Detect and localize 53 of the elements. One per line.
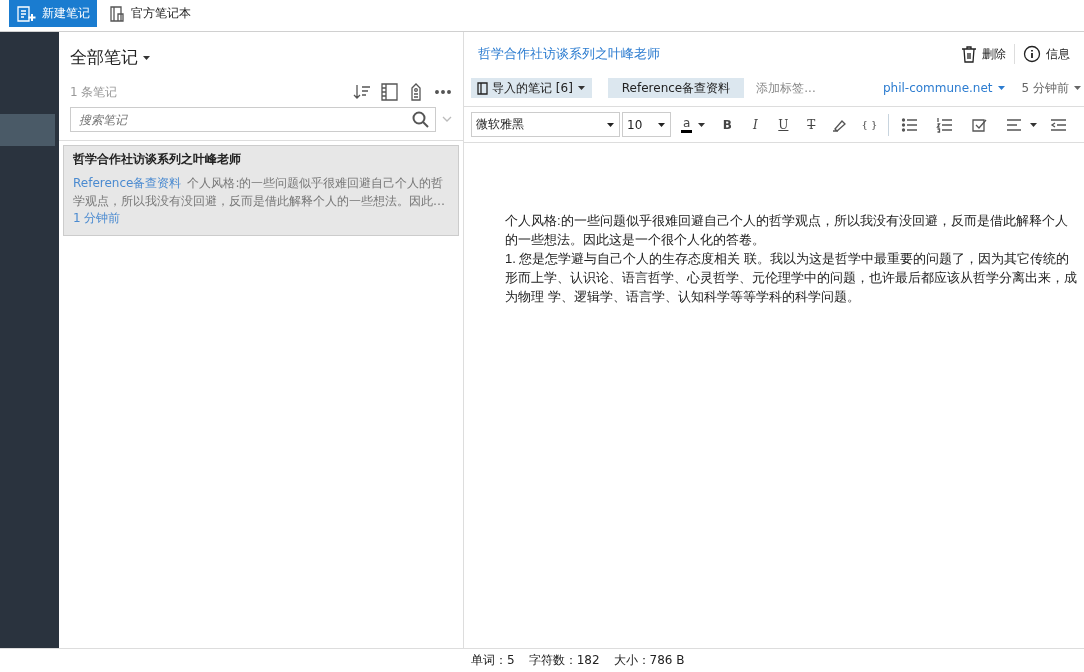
note-time: 1 分钟前 <box>73 210 122 227</box>
text-color-button[interactable]: a <box>677 116 711 133</box>
checkbox-icon[interactable] <box>971 116 989 133</box>
delete-button[interactable]: 删除 <box>953 45 1014 63</box>
caret-icon <box>1073 84 1082 92</box>
time-dropdown[interactable]: 5 分钟前 <box>1021 79 1082 97</box>
new-note-button[interactable]: 新建笔记 <box>9 0 97 27</box>
notes-filter-dropdown[interactable]: 全部笔记 <box>70 46 151 69</box>
note-title: 哲学合作社访谈系列之叶峰老师 <box>478 45 660 63</box>
italic-button[interactable]: I <box>744 113 767 136</box>
note-card[interactable]: 哲学合作社访谈系列之叶峰老师 Reference备查资料 个人风格:的一些问题似乎很难回避自己个人的哲学观点，所以我没有没回避，反而是借此解释个人的一些想法。因此… 1 分钟前 <box>63 145 459 236</box>
status-text: 大小：786 B <box>613 652 685 669</box>
note-count: 1 条笔记 <box>70 83 118 101</box>
code-button[interactable]: { } <box>856 113 883 136</box>
sort-icon[interactable] <box>353 83 371 101</box>
search-icon[interactable] <box>412 111 429 128</box>
notebook-icon <box>477 81 488 95</box>
notebook-dropdown[interactable]: 导入的笔记 [6] <box>471 78 592 98</box>
bullet-list-icon[interactable] <box>901 116 919 133</box>
outdent-icon[interactable] <box>1050 116 1068 133</box>
note-tag: Reference备查资料 <box>73 176 182 190</box>
search-field[interactable]: 搜索笔记 <box>77 111 412 128</box>
body-paragraph: 个人风格:的一些问题似乎很难回避自己个人的哲学观点，所以我没有没回避，反而是借此解释个人的一些想法。因此这是一个很个人化的答卷。 <box>505 212 1069 249</box>
font-dropdown[interactable]: 微软雅黑 <box>471 112 620 137</box>
trash-icon <box>961 45 977 63</box>
info-icon <box>1023 45 1041 63</box>
align-left-icon[interactable] <box>1006 116 1024 133</box>
tag-chip[interactable]: Reference备查资料 <box>607 78 745 98</box>
bold-button[interactable]: B <box>716 113 739 136</box>
info-button[interactable]: 信息 <box>1015 45 1078 63</box>
note-title: 哲学合作社访谈系列之叶峰老师 <box>73 151 242 168</box>
status-text: 字符数：182 <box>528 652 600 669</box>
search-box[interactable]: 搜索笔记 <box>70 107 436 132</box>
strikethrough-button[interactable]: T <box>800 113 823 136</box>
caret-icon <box>606 120 615 129</box>
notebook-icon <box>109 4 125 23</box>
caret-icon <box>996 84 1006 92</box>
tag-icon[interactable] <box>408 83 424 101</box>
source-link[interactable]: phil-commune.net <box>882 81 1006 95</box>
caret-icon <box>576 84 586 92</box>
note-snippet: Reference备查资料 个人风格:的一些问题似乎很难回避自己个人的哲学观点，所以我没有没回避，反而是借此解释个人的一些想法。因此… <box>73 175 446 210</box>
view-layout-icon[interactable] <box>381 83 398 101</box>
caret-icon <box>657 120 666 129</box>
body-paragraph: 1. 您是怎学避与自己个人的生存态度相关 联。我以为这是哲学中最重要的问题了，因为其它传统的形而上学、认识论、语言哲学、心灵哲学、元伦理学中的问题，也许最后都应该从哲学分离出来，成为物理 学、逻辑学、语言学、认知科学等等学科的科学问题。 <box>505 250 1078 306</box>
caret-icon <box>1029 120 1039 129</box>
caret-icon <box>697 120 707 129</box>
note-plus-icon <box>16 4 36 23</box>
font-size-dropdown[interactable]: 10 <box>622 112 671 137</box>
status-text: 单词：5 <box>471 652 515 669</box>
caret-icon <box>142 53 151 62</box>
numbered-list-icon[interactable] <box>936 116 954 133</box>
add-tag-field[interactable]: 添加标签... <box>756 79 816 97</box>
underline-button[interactable]: U <box>772 113 795 136</box>
